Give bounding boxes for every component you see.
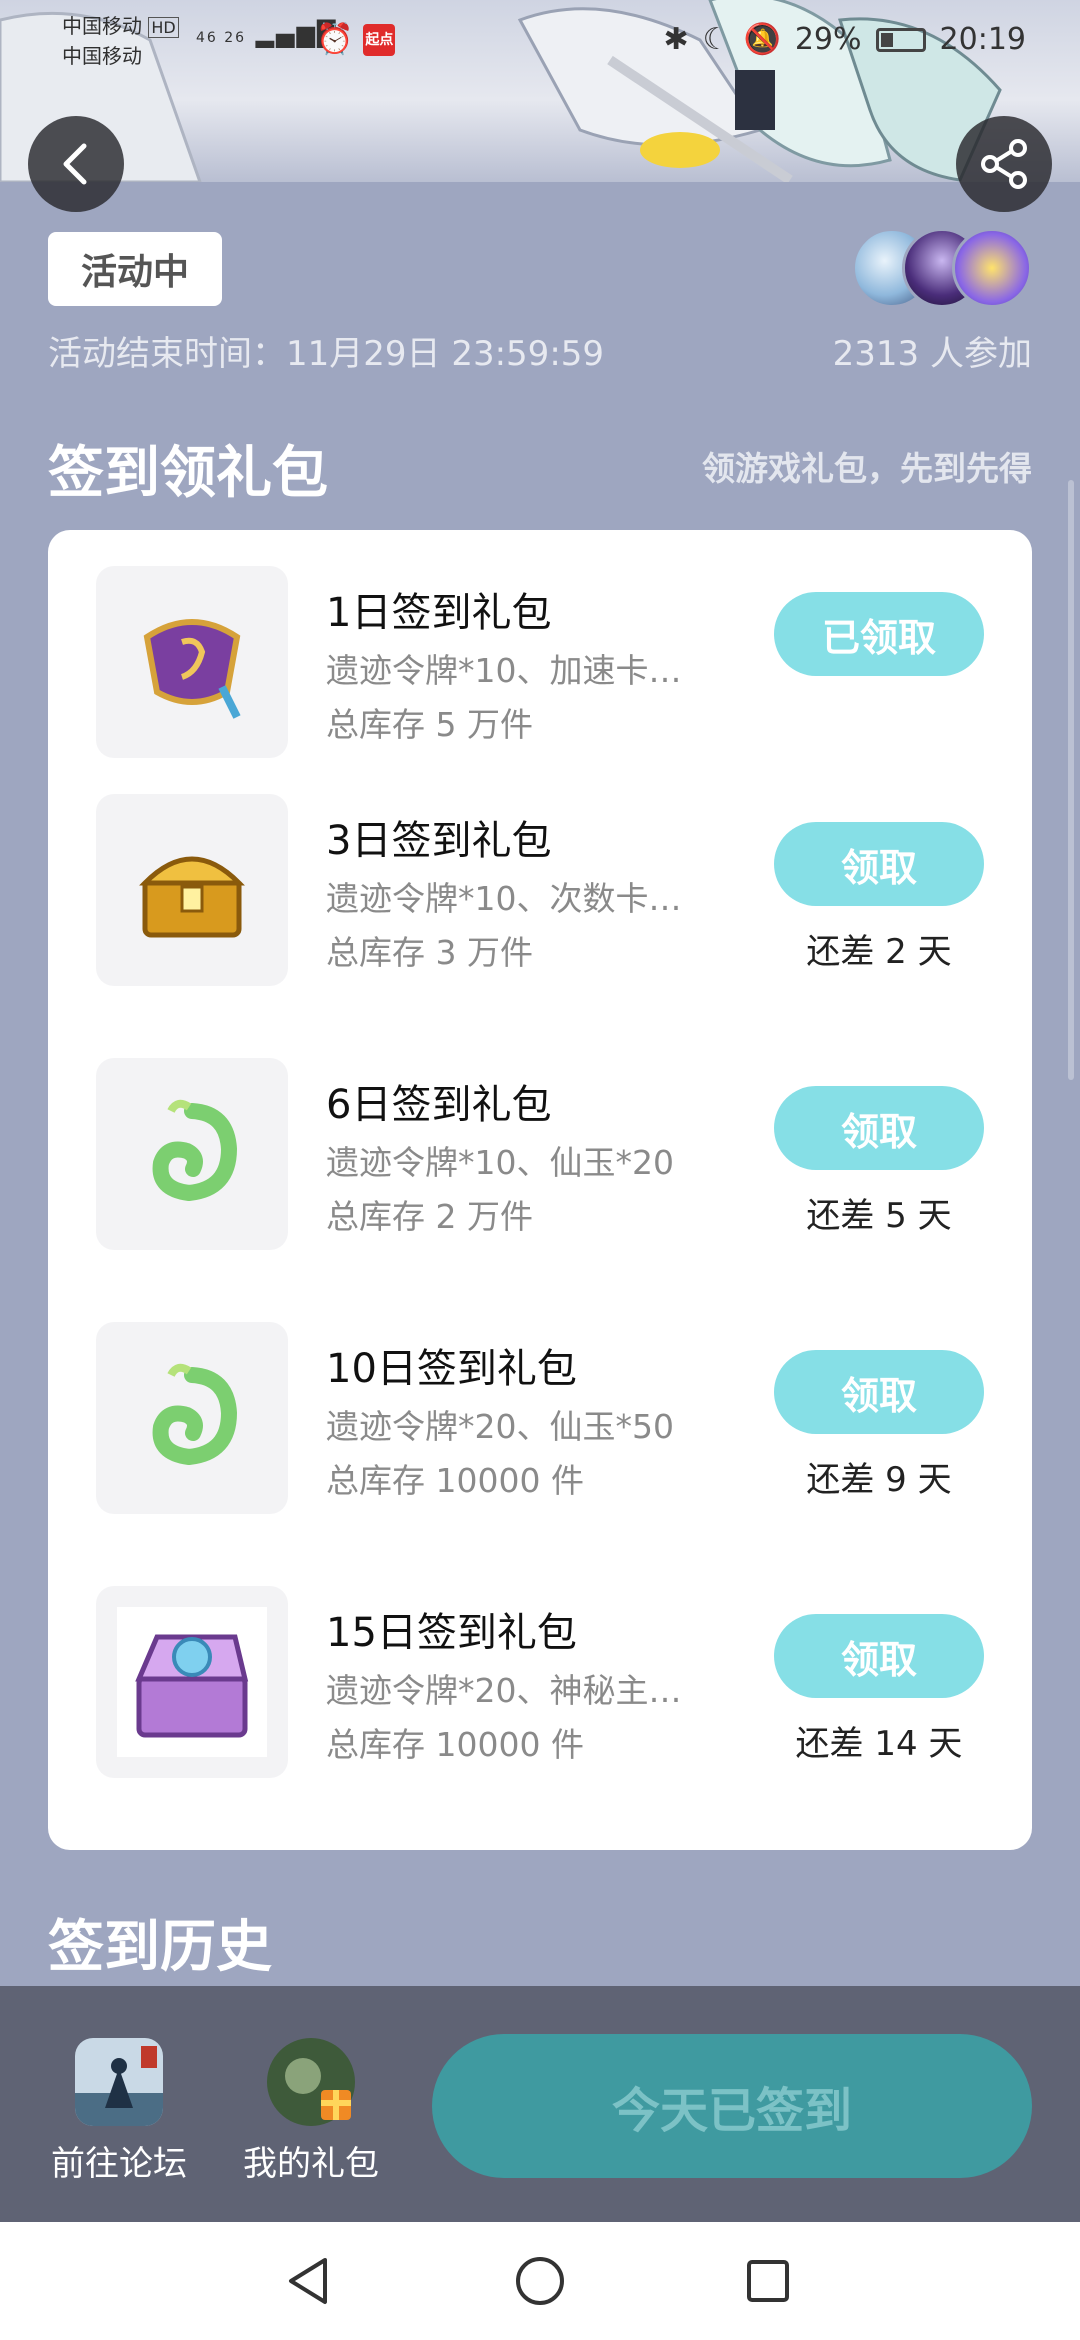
gift-name: 1日签到礼包 xyxy=(326,590,552,636)
alarm-icon: ⏰ xyxy=(316,22,354,57)
gift-item: 10日签到礼包 遗迹令牌*20、仙玉*50 总库存 10000 件 领取 还差 … xyxy=(48,1322,1032,1522)
share-icon xyxy=(981,139,1027,189)
scrollbar[interactable] xyxy=(1068,480,1074,1080)
circle-home-icon xyxy=(516,2257,564,2305)
clock-time: 20:19 xyxy=(939,22,1026,57)
go-to-forum-button[interactable]: 前往论坛 xyxy=(44,2038,194,2185)
gift-description: 遗迹令牌*10、加速卡… xyxy=(326,651,682,690)
hd-badge: HD xyxy=(148,17,179,38)
gift-item: 1日签到礼包 遗迹令牌*10、加速卡… 总库存 5 万件 已领取 xyxy=(48,530,1032,758)
gift-name: 3日签到礼包 xyxy=(326,818,552,864)
gift-name: 6日签到礼包 xyxy=(326,1082,552,1128)
gift-item: 15日签到礼包 遗迹令牌*20、神秘主… 总库存 10000 件 领取 还差 1… xyxy=(48,1586,1032,1786)
section-subtitle-gifts: 领游戏礼包，先到先得 xyxy=(702,449,1032,488)
carrier-name-2: 中国移动 xyxy=(62,44,142,68)
gift-image xyxy=(96,566,288,758)
section-title-gifts: 签到领礼包 xyxy=(48,441,328,506)
battery-percent: 29% xyxy=(794,22,862,57)
back-button[interactable] xyxy=(28,116,124,212)
jade-icon xyxy=(152,1363,238,1466)
avatar xyxy=(952,228,1032,308)
my-gifts-label: 我的礼包 xyxy=(243,2144,379,2184)
days-remaining: 还差 5 天 xyxy=(806,1196,952,1236)
activity-status-badge: 活动中 xyxy=(48,232,222,306)
gift-stock: 总库存 10000 件 xyxy=(326,1461,584,1500)
days-remaining: 还差 9 天 xyxy=(806,1460,952,1500)
bluetooth-icon: ✱ xyxy=(663,22,689,57)
claim-button[interactable]: 领取 xyxy=(774,1614,984,1698)
token-icon xyxy=(143,619,241,719)
gift-image xyxy=(96,794,288,986)
gift-description: 遗迹令牌*10、次数卡… xyxy=(326,879,682,918)
nav-recents-button[interactable] xyxy=(728,2246,808,2316)
activity-end-time: 活动结束时间：11月29日 23:59:59 xyxy=(48,334,605,374)
gift-stock: 总库存 2 万件 xyxy=(326,1197,533,1236)
days-remaining: 还差 2 天 xyxy=(806,932,952,972)
gift-image xyxy=(96,1322,288,1514)
claim-button[interactable]: 领取 xyxy=(774,1350,984,1434)
claim-button[interactable]: 领取 xyxy=(774,1086,984,1170)
my-gifts-button[interactable]: 我的礼包 xyxy=(236,2038,386,2185)
treasure-chest-icon xyxy=(139,856,245,938)
mute-icon: 🔕 xyxy=(743,22,781,57)
my-gifts-avatar xyxy=(267,2038,355,2126)
carrier-info: 中国移动 HD 中国移动 xyxy=(62,12,179,70)
gift-stock: 总库存 3 万件 xyxy=(326,933,533,972)
participant-avatars[interactable] xyxy=(852,228,1032,310)
days-remaining: 还差 14 天 xyxy=(795,1724,963,1764)
claim-button[interactable]: 领取 xyxy=(774,822,984,906)
signed-in-today-button[interactable]: 今天已签到 xyxy=(432,2034,1032,2178)
status-bar: 中国移动 HD 中国移动 46 26 ▂▄▆█ ⏰ 起点 ✱ ☾ 🔕 29% 2… xyxy=(0,0,1080,80)
gift-description: 遗迹令牌*20、仙玉*50 xyxy=(326,1407,674,1446)
chevron-left-icon xyxy=(63,143,87,185)
nav-home-button[interactable] xyxy=(500,2246,580,2316)
battery-icon xyxy=(875,27,926,52)
gift-name: 15日签到礼包 xyxy=(326,1610,577,1656)
gift-description: 遗迹令牌*10、仙玉*20 xyxy=(326,1143,674,1182)
participant-count: 2313 人参加 xyxy=(832,334,1032,374)
section-title-history: 签到历史 xyxy=(48,1915,272,1980)
gift-image xyxy=(96,1586,288,1778)
gift-stock: 总库存 5 万件 xyxy=(326,705,533,744)
jade-icon xyxy=(152,1099,238,1202)
nav-back-button[interactable] xyxy=(268,2246,348,2316)
gift-list-card: 1日签到礼包 遗迹令牌*10、加速卡… 总库存 5 万件 已领取 3日签到礼包 … xyxy=(48,530,1032,1850)
forum-app-icon xyxy=(75,2038,163,2126)
bottom-action-bar: 前往论坛 我的礼包 今天已签到 xyxy=(0,1986,1080,2222)
moon-icon: ☾ xyxy=(702,22,730,57)
mystery-box-icon xyxy=(117,1607,267,1757)
carrier-name-1: 中国移动 xyxy=(62,14,142,38)
gift-name: 10日签到礼包 xyxy=(326,1346,577,1392)
forum-label: 前往论坛 xyxy=(51,2144,187,2184)
gift-stock: 总库存 10000 件 xyxy=(326,1725,584,1764)
system-navigation-bar xyxy=(0,2222,1080,2340)
triangle-back-icon xyxy=(289,2258,327,2304)
app-notification-icon: 起点 xyxy=(363,23,396,56)
claimed-button[interactable]: 已领取 xyxy=(774,592,984,676)
gift-image xyxy=(96,1058,288,1250)
share-button[interactable] xyxy=(956,116,1052,212)
gift-item: 6日签到礼包 遗迹令牌*10、仙玉*20 总库存 2 万件 领取 还差 5 天 xyxy=(48,1058,1032,1258)
square-recents-icon xyxy=(747,2260,789,2302)
gift-item: 3日签到礼包 遗迹令牌*10、次数卡… 总库存 3 万件 领取 还差 2 天 xyxy=(48,794,1032,994)
gift-description: 遗迹令牌*20、神秘主… xyxy=(326,1671,682,1710)
